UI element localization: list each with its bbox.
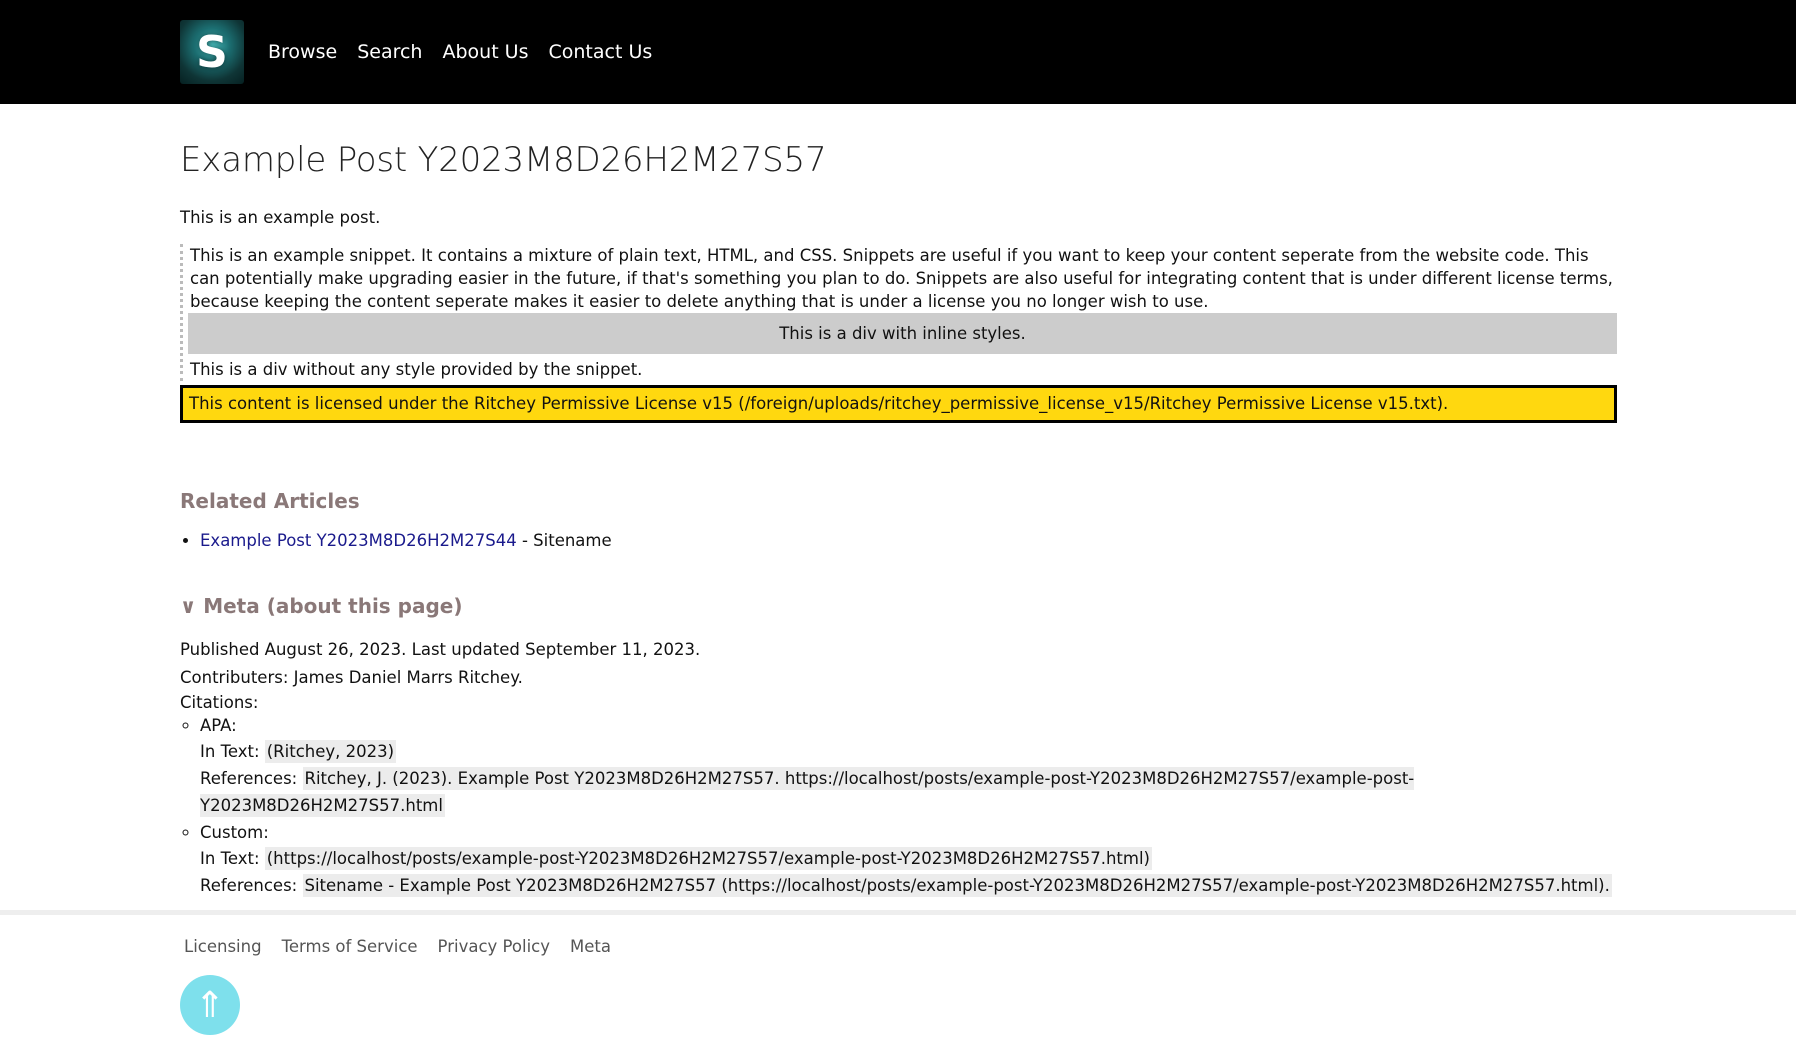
citations-list: APA: In Text: (Ritchey, 2023) References… bbox=[180, 714, 1617, 899]
snippet-text: This is an example snippet. It contains … bbox=[190, 246, 1613, 311]
main-nav: Browse Search About Us Contact Us bbox=[268, 41, 672, 63]
published-info: Published August 26, 2023. Last updated … bbox=[180, 640, 701, 659]
footer-link-terms[interactable]: Terms of Service bbox=[282, 937, 418, 956]
references-label: References: bbox=[200, 876, 298, 895]
related-article-link[interactable]: Example Post Y2023M8D26H2M27S44 bbox=[200, 531, 517, 550]
in-text-label: In Text: bbox=[200, 849, 260, 868]
back-to-top-button[interactable]: ⇑ bbox=[180, 975, 240, 1035]
meta-section: ∨ Meta (about this page) Published Augus… bbox=[180, 594, 1617, 899]
citation-style: APA: bbox=[200, 716, 237, 735]
nav-about-us[interactable]: About Us bbox=[442, 41, 528, 63]
footer-link-meta[interactable]: Meta bbox=[570, 937, 611, 956]
references-label: References: bbox=[200, 769, 298, 788]
citation-in-text-row: In Text: (Ritchey, 2023) bbox=[200, 738, 1617, 765]
citations: Citations: APA: In Text: (Ritchey, 2023)… bbox=[180, 692, 1617, 899]
list-item: Example Post Y2023M8D26H2M27S44 - Sitena… bbox=[200, 531, 1617, 550]
citation-references-row: References: Ritchey, J. (2023). Example … bbox=[200, 765, 1617, 819]
main-content: Example Post Y2023M8D26H2M27S57 This is … bbox=[180, 104, 1617, 899]
related-list: Example Post Y2023M8D26H2M27S44 - Sitena… bbox=[180, 531, 1617, 550]
references-value: Ritchey, J. (2023). Example Post Y2023M8… bbox=[200, 767, 1415, 817]
contributors-info: Contributers: James Daniel Marrs Ritchey… bbox=[180, 668, 523, 687]
citation-style: Custom: bbox=[200, 823, 269, 842]
meta-toggle-heading[interactable]: ∨ Meta (about this page) bbox=[180, 594, 1617, 618]
page-title: Example Post Y2023M8D26H2M27S57 bbox=[180, 140, 827, 180]
citation-in-text-row: In Text: (https://localhost/posts/exampl… bbox=[200, 845, 1617, 872]
footer-link-licensing[interactable]: Licensing bbox=[184, 937, 262, 956]
header-inner: S Browse Search About Us Contact Us bbox=[180, 20, 672, 84]
meta-details: Published August 26, 2023. Last updated … bbox=[180, 636, 1617, 899]
citation-references-row: References: Sitename - Example Post Y202… bbox=[200, 872, 1617, 899]
plain-div: This is a div without any style provided… bbox=[190, 360, 643, 379]
snippet: This is an example snippet. It contains … bbox=[180, 244, 1617, 381]
site-footer: Licensing Terms of Service Privacy Polic… bbox=[0, 910, 1796, 1035]
post-intro: This is an example post. bbox=[180, 208, 381, 227]
citation-apa: APA: In Text: (Ritchey, 2023) References… bbox=[200, 714, 1617, 819]
site-logo[interactable]: S bbox=[180, 20, 244, 84]
nav-browse[interactable]: Browse bbox=[268, 41, 337, 63]
arrow-up-icon: ⇑ bbox=[194, 984, 226, 1026]
related-heading: Related Articles bbox=[180, 489, 360, 513]
in-text-label: In Text: bbox=[200, 742, 260, 761]
in-text-value: (Ritchey, 2023) bbox=[264, 740, 397, 763]
references-value: Sitename - Example Post Y2023M8D26H2M27S… bbox=[302, 874, 1612, 897]
license-notice: This content is licensed under the Ritch… bbox=[180, 385, 1617, 423]
citation-custom: Custom: In Text: (https://localhost/post… bbox=[200, 821, 1617, 899]
footer-links: Licensing Terms of Service Privacy Polic… bbox=[184, 937, 631, 956]
inline-styled-div: This is a div with inline styles. bbox=[188, 313, 1617, 354]
footer-link-privacy[interactable]: Privacy Policy bbox=[438, 937, 550, 956]
site-header: S Browse Search About Us Contact Us bbox=[0, 0, 1796, 104]
related-articles: Related Articles Example Post Y2023M8D26… bbox=[180, 489, 1617, 550]
related-article-suffix: - Sitename bbox=[516, 531, 612, 550]
in-text-value: (https://localhost/posts/example-post-Y2… bbox=[264, 847, 1152, 870]
nav-contact-us[interactable]: Contact Us bbox=[549, 41, 653, 63]
nav-search[interactable]: Search bbox=[357, 41, 422, 63]
citations-label: Citations: bbox=[180, 693, 259, 712]
